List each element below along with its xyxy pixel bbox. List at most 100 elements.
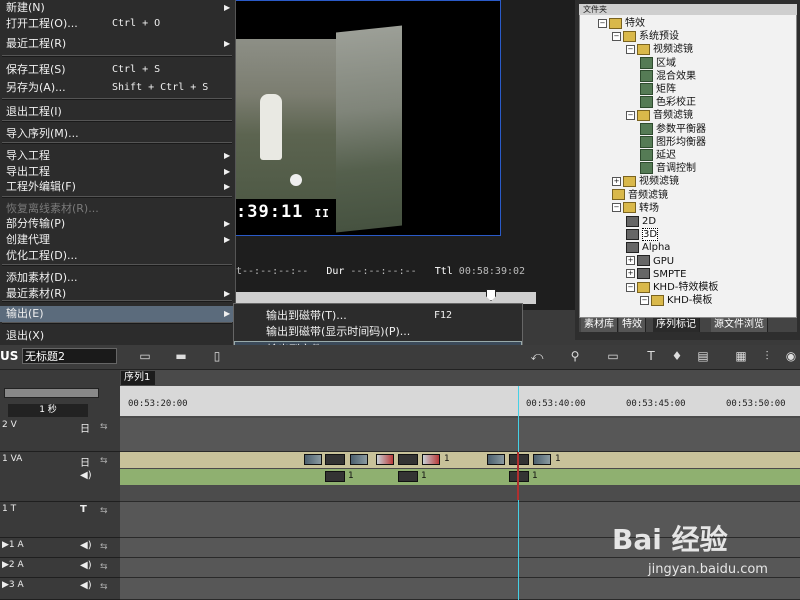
track-header-1a[interactable]: ▶1 A ◀) ⇆ — [0, 538, 120, 558]
audio-icon[interactable]: ◀) — [80, 540, 92, 551]
effects-tree-item[interactable]: 音频滤镜 — [612, 189, 668, 202]
audio-icon[interactable]: ◀) — [80, 580, 92, 591]
track-header-1va[interactable]: 1 VA 日 ◀) ⇆ — [0, 452, 120, 502]
menu-item[interactable]: 退出(X) — [0, 328, 236, 344]
insert-icon[interactable]: ▬ — [172, 348, 190, 365]
overwrite-icon[interactable]: ▭ — [136, 348, 154, 365]
marker-icon[interactable]: ⚲ — [566, 348, 584, 365]
track-lock-icon[interactable]: 日 — [80, 454, 90, 469]
menu-item[interactable]: 另存为(A)... Shift + Ctrl + S — [0, 80, 236, 96]
effects-tree-item[interactable]: 图形均衡器 — [640, 135, 706, 149]
title-icon[interactable]: T — [642, 348, 660, 365]
track-row-3a[interactable] — [120, 578, 800, 600]
time-ruler[interactable] — [120, 386, 800, 416]
clip-thumbnail[interactable] — [304, 454, 322, 465]
effects-tree-item[interactable]: 延迟 — [640, 149, 676, 162]
mixer-icon[interactable]: ⫶ — [758, 348, 776, 365]
effects-tree-item[interactable]: 音调控制 — [640, 162, 696, 175]
collapse-icon[interactable]: − — [626, 44, 635, 54]
expand-icon[interactable]: + — [612, 176, 621, 186]
sequence-tab[interactable]: 序列1 — [121, 371, 155, 385]
menu-item[interactable]: 部分传输(P) ▶ — [0, 216, 236, 232]
menu-item[interactable]: 新建(N) ▶ — [0, 0, 236, 16]
render-icon[interactable]: ▤ — [694, 348, 712, 365]
video-track-strip[interactable] — [120, 452, 800, 468]
page-icon[interactable]: ▯ — [208, 348, 226, 365]
effects-tree-item[interactable]: 区域 — [640, 56, 676, 70]
clip-thumbnail[interactable] — [533, 454, 551, 465]
audio-icon[interactable]: ◀) — [80, 470, 92, 481]
track-header-1t[interactable]: 1 T T ⇆ — [0, 502, 120, 538]
menu-item[interactable]: 最近工程(R) ▶ — [0, 36, 236, 52]
expand-icon[interactable]: + — [626, 269, 635, 279]
menu-item[interactable]: 退出工程(I) — [0, 104, 236, 120]
effects-tree-item[interactable]: − 音频滤镜 — [626, 109, 693, 122]
effects-tree-item[interactable]: + 视频滤镜 — [612, 175, 679, 188]
track-toggle-icon[interactable]: ⇆ — [100, 562, 108, 572]
menu-item[interactable]: 优化工程(D)... — [0, 248, 236, 264]
effects-tree-item[interactable]: + GPU — [626, 255, 674, 268]
effects-tree-item[interactable]: − 转场 — [612, 202, 659, 215]
menu-item[interactable]: 最近素材(R) ▶ — [0, 286, 236, 302]
audio-transition-clip[interactable] — [325, 471, 345, 482]
effects-tree-item[interactable]: 2D — [626, 215, 656, 228]
trim-icon[interactable]: ▭ — [604, 348, 622, 365]
transition-clip[interactable] — [509, 454, 529, 465]
effects-tree-item[interactable]: 参数平衡器 — [640, 122, 706, 136]
track-lock-icon[interactable]: 日 — [80, 420, 90, 435]
effects-tree-item[interactable]: − KHD-模板 — [640, 294, 712, 307]
menu-item[interactable]: 导出工程 ▶ — [0, 164, 236, 180]
transition-clip[interactable] — [325, 454, 345, 465]
collapse-icon[interactable]: − — [640, 295, 649, 305]
menu-item[interactable]: 导入序列(M)... — [0, 126, 236, 142]
ripple-icon[interactable]: ⤺ — [528, 348, 546, 365]
track-row-2v[interactable] — [120, 418, 800, 452]
audio-transition-clip[interactable] — [509, 471, 529, 482]
menu-item[interactable]: 工程外编辑(F) ▶ — [0, 179, 236, 195]
expand-icon[interactable]: + — [626, 256, 635, 266]
clip-thumbnail[interactable] — [376, 454, 394, 465]
effects-tree-item[interactable]: − 特效 — [598, 17, 645, 30]
effects-tab[interactable]: 素材库 — [581, 318, 618, 332]
effects-tree-item[interactable]: Alpha — [626, 241, 670, 254]
effects-tab[interactable]: 特效 — [619, 318, 646, 332]
audio-transition-clip[interactable] — [398, 471, 418, 482]
audio-track-strip[interactable] — [120, 469, 800, 485]
collapse-icon[interactable]: − — [612, 31, 621, 41]
clip-thumbnail[interactable] — [487, 454, 505, 465]
menu-item[interactable]: 保存工程(S) Ctrl + S — [0, 62, 236, 78]
track-header-2a[interactable]: ▶2 A ◀) ⇆ — [0, 558, 120, 578]
pause-icon[interactable]: II — [315, 207, 330, 220]
grid-icon[interactable]: ▦ — [732, 348, 750, 365]
menu-item[interactable]: 导入工程 ▶ — [0, 148, 236, 164]
collapse-icon[interactable]: − — [598, 18, 607, 28]
collapse-icon[interactable]: − — [612, 203, 621, 213]
track-toggle-icon[interactable]: ⇆ — [100, 422, 108, 432]
color-wheel-icon[interactable]: ◉ — [782, 348, 800, 365]
menu-item[interactable]: 添加素材(D)... — [0, 270, 236, 286]
collapse-icon[interactable]: − — [626, 282, 635, 292]
track-toggle-icon[interactable]: ⇆ — [100, 542, 108, 552]
effects-tree-item[interactable]: 矩阵 — [640, 83, 676, 96]
track-toggle-icon[interactable]: ⇆ — [100, 582, 108, 592]
effects-tab[interactable]: 序列标记 — [653, 318, 700, 332]
mic-icon[interactable]: ♦ — [668, 348, 686, 365]
sequence-name-field[interactable]: 无标题2 — [22, 348, 117, 364]
title-track-icon[interactable]: T — [80, 504, 87, 515]
effects-tree-item[interactable]: − 系统预设 — [612, 30, 679, 43]
track-header-2v[interactable]: 2 V 日 ⇆ — [0, 418, 120, 452]
menu-item[interactable]: 输出(E) ▶ — [0, 306, 236, 322]
menu-item[interactable]: 创建代理 ▶ — [0, 232, 236, 248]
submenu-item[interactable]: 输出到磁带(显示时间码)(P)... — [234, 324, 522, 340]
collapse-icon[interactable]: − — [626, 110, 635, 120]
clip-thumbnail[interactable] — [422, 454, 440, 465]
audio-icon[interactable]: ◀) — [80, 560, 92, 571]
zoom-level[interactable]: 1 秒 — [8, 404, 88, 417]
effects-tree-item[interactable]: − KHD-特效模板 — [626, 281, 718, 294]
transition-clip[interactable] — [398, 454, 418, 465]
submenu-item[interactable]: 输出到磁带(T)... F12 — [234, 308, 522, 324]
effects-tree-item[interactable]: 3D — [626, 228, 659, 242]
track-toggle-icon[interactable]: ⇆ — [100, 456, 108, 466]
effects-tree-item[interactable]: − 视频滤镜 — [626, 43, 693, 56]
effects-tab[interactable]: 源文件浏览 — [711, 318, 768, 332]
